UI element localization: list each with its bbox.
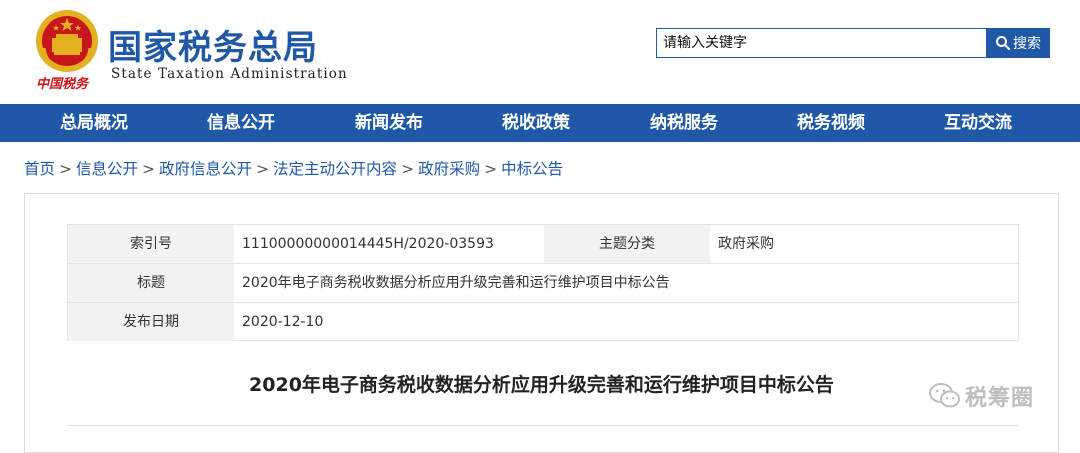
nav-item-tax-video[interactable]: 税务视频 [797,104,865,142]
slogan-calligraphy: 中国税务 [36,77,89,92]
category-label: 主题分类 [544,225,710,263]
breadcrumb-separator: > [59,160,73,178]
title-label: 标题 [68,264,234,302]
breadcrumb-procurement[interactable]: 政府采购 [418,160,480,178]
metadata-row-title: 标题 2020年电子商务税收数据分析应用升级完善和运行维护项目中标公告 [68,264,1018,303]
nav-item-news[interactable]: 新闻发布 [355,104,423,142]
breadcrumb-info-open[interactable]: 信息公开 [76,160,138,178]
index-label: 索引号 [68,225,234,263]
breadcrumb-separator: > [142,160,156,178]
nav-item-interaction[interactable]: 互动交流 [944,104,1012,142]
breadcrumb-home[interactable]: 首页 [24,160,55,178]
nav-item-tax-policy[interactable]: 税收政策 [502,104,570,142]
title-value: 2020年电子商务税收数据分析应用升级完善和运行维护项目中标公告 [242,275,670,291]
breadcrumb-statutory-content[interactable]: 法定主动公开内容 [273,160,397,178]
nav-item-overview[interactable]: 总局概况 [60,104,128,142]
breadcrumb-separator: > [401,160,415,178]
date-value: 2020-12-10 [242,314,324,330]
main-nav: 总局概况 信息公开 新闻发布 税收政策 纳税服务 税务视频 互动交流 [0,104,1080,142]
search-input[interactable] [656,28,986,58]
search-button-label: 搜索 [1013,36,1041,52]
title-divider [67,425,1019,426]
category-value: 政府采购 [718,236,774,252]
search-bar: 搜索 [656,28,1050,58]
wechat-icon [929,383,960,408]
nav-item-taxpayer-service[interactable]: 纳税服务 [650,104,718,142]
metadata-table: 索引号 11100000000014445H/2020-03593 主题分类 政… [67,224,1019,341]
breadcrumb-separator: > [256,160,270,178]
site-title[interactable]: 国家税务总局 [108,20,318,69]
breadcrumb-bid-notice[interactable]: 中标公告 [501,160,563,178]
site-header: 中国税务 国家税务总局 State Taxation Administratio… [0,0,1080,104]
metadata-row-date: 发布日期 2020-12-10 [68,303,1018,342]
breadcrumb: 首页 > 信息公开 > 政府信息公开 > 法定主动公开内容 > 政府采购 > 中标公告 [24,157,563,181]
watermark: 税筹圈 [929,380,1034,412]
breadcrumb-gov-info[interactable]: 政府信息公开 [159,160,252,178]
search-icon [996,36,1011,51]
search-button[interactable]: 搜索 [986,28,1050,58]
date-label: 发布日期 [68,303,234,341]
article-title: 2020年电子商务税收数据分析应用升级完善和运行维护项目中标公告 [249,374,834,396]
metadata-row-index: 索引号 11100000000014445H/2020-03593 主题分类 政… [68,225,1018,264]
national-emblem-icon [36,10,98,72]
content-card: 索引号 11100000000014445H/2020-03593 主题分类 政… [24,193,1059,453]
nav-item-info-open[interactable]: 信息公开 [207,104,275,142]
breadcrumb-separator: > [484,160,498,178]
watermark-text: 税筹圈 [965,386,1035,411]
index-value: 11100000000014445H/2020-03593 [242,236,494,252]
site-subtitle: State Taxation Administration [111,66,348,82]
